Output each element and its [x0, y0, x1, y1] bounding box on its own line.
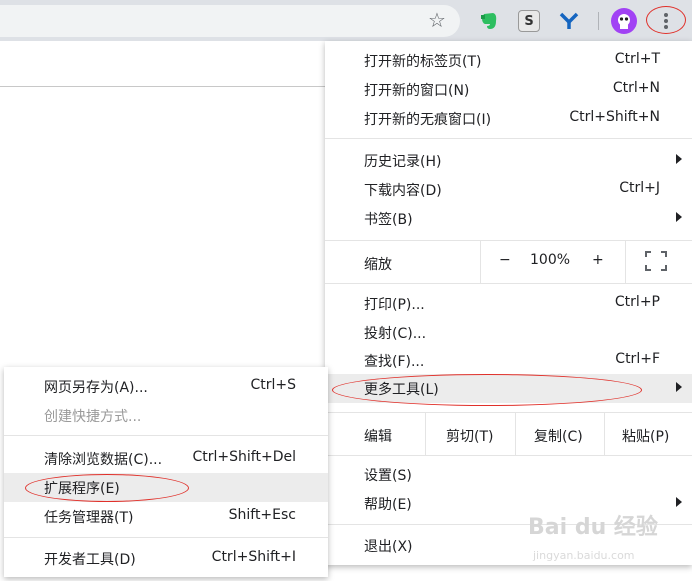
- submenu-arrow-icon: [676, 382, 682, 392]
- baidu-watermark: Bai du 经验: [528, 515, 658, 540]
- menu-item-settings[interactable]: 设置(S): [325, 460, 692, 489]
- kebab-dots: [664, 11, 668, 31]
- menu-item-label: 开发者工具(D): [44, 552, 136, 568]
- menu-separator: [325, 455, 692, 456]
- menu-item-label: 清除浏览数据(C)...: [44, 452, 163, 468]
- zoom-level: 100%: [530, 252, 571, 268]
- more-tools-submenu: 网页另存为(A)... Ctrl+S 创建快捷方式... 清除浏览数据(C)..…: [4, 367, 328, 577]
- submenu-item-task-manager[interactable]: 任务管理器(T) Shift+Esc: [4, 502, 328, 531]
- menu-item-label: 查找(F)...: [364, 354, 425, 370]
- menu-item-shortcut: Ctrl+Shift+N: [569, 109, 660, 125]
- menu-item-shortcut: Ctrl+Shift+Del: [192, 449, 296, 465]
- chrome-main-menu: 打开新的标签页(T) Ctrl+T 打开新的窗口(N) Ctrl+N 打开新的无…: [325, 41, 692, 565]
- menu-item-label: 下载内容(D): [364, 183, 442, 199]
- menu-item-label: 打开新的窗口(N): [364, 83, 470, 99]
- copy-label: 复制(C): [534, 429, 583, 445]
- cut-label: 剪切(T): [446, 429, 494, 445]
- submenu-arrow-icon: [676, 154, 682, 164]
- menu-item-label: 书签(B): [364, 212, 413, 228]
- menu-separator: [4, 537, 328, 538]
- star-icon[interactable]: ☆: [424, 7, 450, 33]
- menu-separator: [4, 435, 328, 436]
- submenu-item-clear-data[interactable]: 清除浏览数据(C)... Ctrl+Shift+Del: [4, 444, 328, 473]
- menu-item-print[interactable]: 打印(P)... Ctrl+P: [325, 289, 692, 318]
- evernote-icon[interactable]: [476, 8, 502, 34]
- s-extension-icon[interactable]: S: [516, 8, 542, 34]
- menu-item-incognito[interactable]: 打开新的无痕窗口(I) Ctrl+Shift+N: [325, 104, 692, 133]
- submenu-item-create-shortcut: 创建快捷方式...: [4, 401, 328, 430]
- paste-label: 粘贴(P): [622, 429, 670, 445]
- menu-item-label: 网页另存为(A)...: [44, 380, 148, 396]
- menu-item-shortcut: Ctrl+S: [250, 377, 296, 393]
- page-content-divider: [0, 86, 325, 87]
- s-extension-letter: S: [518, 10, 540, 32]
- zoom-out-button[interactable]: −: [499, 252, 511, 268]
- more-menu-icon[interactable]: [646, 6, 686, 34]
- submenu-item-save-page[interactable]: 网页另存为(A)... Ctrl+S: [4, 372, 328, 401]
- edit-label: 编辑: [364, 429, 392, 445]
- menu-item-label: 打印(P)...: [364, 297, 425, 313]
- menu-item-shortcut: Ctrl+P: [614, 294, 660, 310]
- annotation-ring-extensions: [25, 474, 189, 502]
- y-extension-icon[interactable]: [556, 8, 582, 34]
- zoom-row: 缩放 − 100% +: [325, 241, 692, 283]
- menu-item-shortcut: Ctrl+N: [612, 80, 660, 96]
- paste-button[interactable]: 粘贴(P): [604, 413, 692, 455]
- toolbar-divider: [598, 12, 599, 30]
- baidu-watermark-url: jingyan.baidu.com: [533, 549, 635, 562]
- menu-separator: [325, 283, 692, 284]
- fullscreen-icon[interactable]: [645, 251, 667, 271]
- address-bar[interactable]: [0, 5, 460, 37]
- menu-item-label: 打开新的标签页(T): [364, 54, 482, 70]
- menu-item-shortcut: Ctrl+J: [619, 180, 660, 196]
- menu-item-find[interactable]: 查找(F)... Ctrl+F: [325, 346, 692, 375]
- menu-item-label: 历史记录(H): [364, 154, 442, 170]
- menu-item-new-window[interactable]: 打开新的窗口(N) Ctrl+N: [325, 75, 692, 104]
- menu-item-shortcut: Ctrl+F: [615, 351, 660, 367]
- menu-item-shortcut: Shift+Esc: [228, 507, 296, 523]
- zoom-in-button[interactable]: +: [592, 252, 604, 268]
- menu-item-history[interactable]: 历史记录(H): [325, 146, 692, 175]
- profile-avatar-icon[interactable]: [611, 8, 637, 34]
- zoom-label: 缩放: [364, 257, 392, 273]
- menu-item-downloads[interactable]: 下载内容(D) Ctrl+J: [325, 175, 692, 204]
- copy-button[interactable]: 复制(C): [515, 413, 604, 455]
- menu-item-label: 创建快捷方式...: [44, 409, 142, 425]
- menu-item-shortcut: Ctrl+T: [614, 51, 660, 67]
- cut-button[interactable]: 剪切(T): [425, 413, 515, 455]
- menu-item-label: 打开新的无痕窗口(I): [364, 112, 492, 128]
- menu-item-new-tab[interactable]: 打开新的标签页(T) Ctrl+T: [325, 46, 692, 75]
- menu-item-label: 投射(C)...: [364, 326, 427, 342]
- browser-toolbar: ☆ S: [0, 0, 692, 41]
- annotation-ring-more-tools: [332, 374, 642, 406]
- submenu-item-dev-tools[interactable]: 开发者工具(D) Ctrl+Shift+I: [4, 544, 328, 573]
- menu-item-shortcut: Ctrl+Shift+I: [211, 549, 296, 565]
- menu-separator: [325, 138, 692, 139]
- menu-item-label: 帮助(E): [364, 497, 412, 513]
- menu-item-label: 退出(X): [364, 539, 413, 555]
- edit-row: 编辑 剪切(T) 复制(C) 粘贴(P): [325, 413, 692, 455]
- menu-item-label: 设置(S): [364, 468, 412, 484]
- menu-item-label: 任务管理器(T): [44, 510, 134, 526]
- menu-item-bookmarks[interactable]: 书签(B): [325, 204, 692, 233]
- submenu-arrow-icon: [676, 212, 682, 222]
- submenu-arrow-icon: [676, 497, 682, 507]
- menu-item-cast[interactable]: 投射(C)...: [325, 318, 692, 347]
